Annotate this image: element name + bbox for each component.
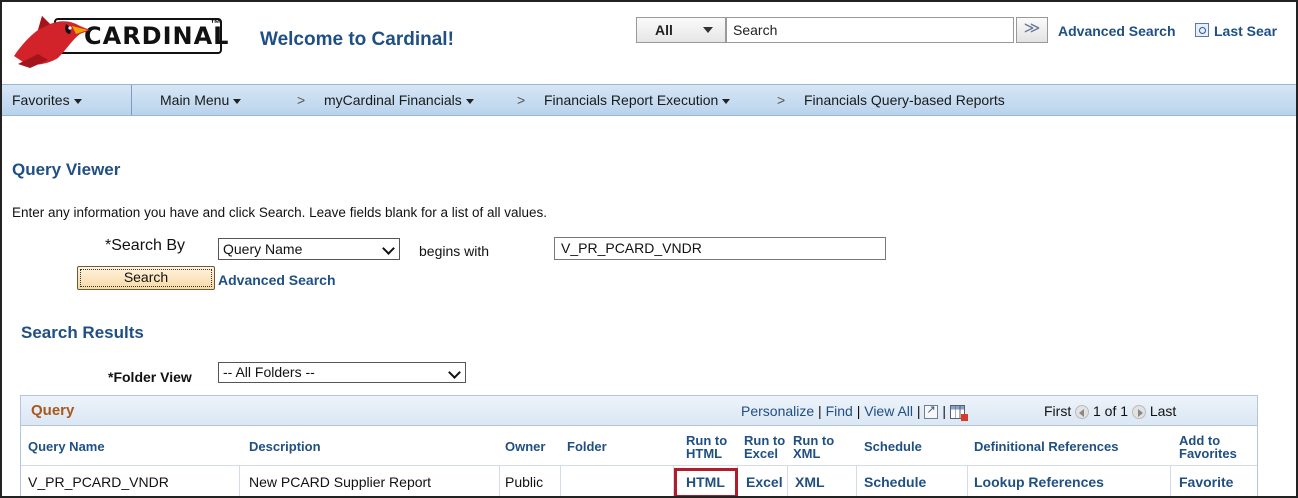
page-count: 1 of 1	[1093, 403, 1129, 419]
cell-description: New PCARD Supplier Report	[249, 474, 432, 490]
main-menu[interactable]: Main Menu	[160, 92, 242, 108]
cell-owner: Public	[505, 474, 544, 490]
caret-down-icon	[233, 98, 242, 104]
first-link[interactable]: First	[1044, 403, 1071, 419]
grid-toolbar: Personalize | Find | View All | |	[741, 403, 968, 422]
nav-divider	[131, 85, 132, 115]
previous-page-icon[interactable]	[1075, 405, 1090, 420]
search-go-button[interactable]: ≫	[1016, 17, 1048, 43]
col-folder[interactable]: Folder	[567, 440, 607, 453]
folder-view-value: -- All Folders --	[223, 364, 315, 380]
breadcrumb-label: Financials Report Execution	[544, 92, 719, 108]
breadcrumb-mycardinal-financials[interactable]: myCardinal Financials	[324, 92, 474, 108]
last-search-link[interactable]: Last Sear	[1214, 23, 1277, 39]
next-page-icon[interactable]	[1131, 405, 1146, 420]
toolbar-separator: |	[856, 403, 861, 419]
toolbar-separator: |	[818, 403, 822, 419]
favorites-label: Favorites	[12, 92, 70, 108]
col-description[interactable]: Description	[249, 440, 321, 453]
run-to-xml-link[interactable]: XML	[795, 474, 825, 490]
view-all-link[interactable]: View All	[864, 403, 913, 419]
find-link[interactable]: Find	[826, 403, 853, 419]
chevron-down-icon	[382, 242, 395, 255]
breadcrumb-financials-query-based-reports[interactable]: Financials Query-based Reports	[804, 92, 1005, 108]
breadcrumb-separator-icon: >	[777, 92, 786, 108]
col-definitional-references: Definitional References	[974, 439, 1119, 454]
favorites-menu[interactable]: Favorites	[12, 92, 82, 108]
col-owner[interactable]: Owner	[505, 440, 545, 453]
begins-with-label: begins with	[419, 243, 490, 259]
caret-down-icon	[722, 98, 731, 104]
column-divider	[967, 465, 968, 496]
main-menu-label: Main Menu	[160, 92, 230, 108]
column-divider	[1170, 465, 1171, 496]
download-excel-icon[interactable]	[949, 405, 968, 422]
folder-view-label: *Folder View	[108, 369, 192, 385]
header-advanced-search-link[interactable]: Advanced Search	[1058, 23, 1176, 39]
search-button[interactable]: Search	[77, 266, 215, 290]
toolbar-separator: |	[942, 403, 946, 419]
column-divider	[239, 465, 240, 496]
chevron-down-icon	[448, 366, 461, 379]
col-run-to-excel-line2: Excel	[744, 446, 778, 461]
query-results-grid: Query Personalize | Find | View All | | …	[20, 395, 1258, 496]
grid-pager: First 1 of 1 Last	[1044, 403, 1176, 420]
search-results-title: Search Results	[21, 323, 144, 342]
header: CARDINAL ™ Welcome to Cardinal! All Sear…	[2, 2, 1296, 84]
instructions-text: Enter any information you have and click…	[12, 205, 548, 220]
grid-title: Query	[31, 402, 75, 419]
breadcrumb-separator-icon: >	[517, 92, 526, 108]
toolbar-separator: |	[916, 403, 921, 419]
search-by-select[interactable]: Query Name	[218, 238, 400, 260]
personalize-link[interactable]: Personalize	[741, 403, 814, 419]
last-link[interactable]: Last	[1150, 403, 1176, 419]
cardinal-logo[interactable]: CARDINAL ™	[8, 6, 228, 68]
col-run-to-xml-line2: XML	[793, 446, 821, 461]
column-divider	[499, 465, 500, 496]
app-window: CARDINAL ™ Welcome to Cardinal! All Sear…	[0, 0, 1298, 498]
cell-query-name: V_PR_PCARD_VNDR	[28, 474, 169, 490]
search-scope-select[interactable]: All	[636, 17, 726, 43]
col-run-to-excel: Run to Excel	[744, 434, 785, 460]
query-name-input[interactable]: V_PR_PCARD_VNDR	[554, 237, 886, 260]
cardinal-bird-icon	[14, 16, 90, 68]
page-title: Query Viewer	[12, 160, 121, 179]
zoom-grid-icon[interactable]	[924, 403, 939, 420]
chevron-down-icon	[703, 27, 713, 33]
search-by-value: Query Name	[223, 241, 303, 257]
search-by-label: *Search By	[105, 237, 186, 254]
global-search-input[interactable]: Search	[726, 17, 1014, 43]
col-query-name[interactable]: Query Name	[28, 440, 105, 453]
lookup-references-link[interactable]: Lookup References	[974, 474, 1104, 490]
navigation-bar: Favorites Main Menu > myCardinal Financi…	[2, 84, 1296, 116]
advanced-search-link[interactable]: Advanced Search	[218, 272, 336, 288]
col-add-to-favorites: Add to Favorites	[1179, 434, 1237, 460]
col-schedule: Schedule	[864, 439, 922, 454]
col-run-to-html: Run to HTML	[686, 434, 727, 460]
col-run-to-xml: Run to XML	[793, 434, 834, 460]
grid-header-bar: Query Personalize | Find | View All | | …	[21, 396, 1257, 426]
schedule-link[interactable]: Schedule	[864, 474, 926, 490]
caret-down-icon	[465, 98, 474, 104]
html-link-highlight	[674, 468, 738, 496]
welcome-title: Welcome to Cardinal!	[260, 29, 454, 50]
folder-view-select[interactable]: -- All Folders --	[218, 362, 466, 383]
column-divider	[560, 465, 561, 496]
run-to-excel-link[interactable]: Excel	[746, 474, 783, 490]
last-search-icon[interactable]	[1195, 23, 1209, 37]
breadcrumb-label: myCardinal Financials	[324, 92, 462, 108]
column-divider	[787, 465, 788, 496]
caret-down-icon	[73, 98, 82, 104]
breadcrumb-financials-report-execution[interactable]: Financials Report Execution	[544, 92, 731, 108]
col-add-to-favorites-line2: Favorites	[1179, 446, 1237, 461]
favorite-link[interactable]: Favorite	[1179, 474, 1233, 490]
column-divider	[856, 465, 857, 496]
col-run-to-html-line2: HTML	[686, 446, 723, 461]
breadcrumb-separator-icon: >	[297, 92, 306, 108]
search-scope-value: All	[655, 22, 673, 38]
